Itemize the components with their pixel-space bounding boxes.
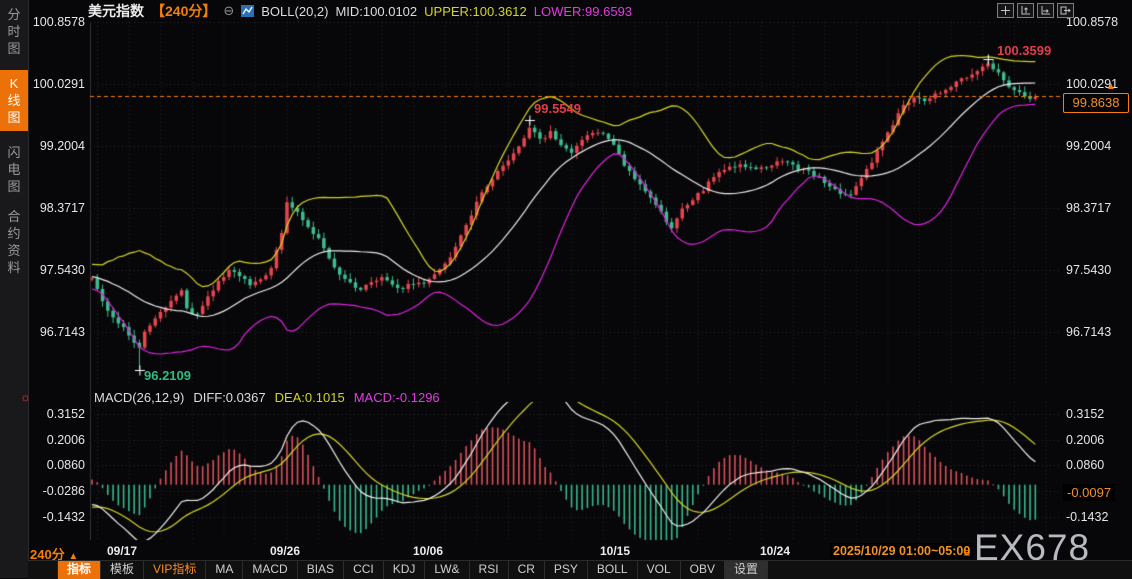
y-axis-label: -0.0286 (42, 484, 85, 499)
y-axis-label: 100.0291 (1066, 77, 1119, 92)
toolbar-bias-button[interactable]: BIAS (298, 561, 345, 579)
sidebar-item-label: K线图 (7, 76, 21, 125)
indicator-chart-icon (241, 5, 255, 17)
toolbar-rsi-button[interactable]: RSI (470, 561, 509, 579)
macd-dea-value: DEA:0.1015 (274, 390, 345, 405)
macd-header: MACD(26,12,9) DIFF:0.0367 DEA:0.1015 MAC… (94, 390, 440, 405)
x-axis-date: 10/24 (759, 544, 791, 558)
y-axis-label: 100.8578 (32, 15, 85, 29)
last-macd-tag: -0.0097 (1063, 484, 1116, 501)
x-axis-date: 09/26 (269, 544, 301, 558)
toolbar-vip-button[interactable]: VIP指标 (144, 561, 207, 579)
toolbar-vol-button[interactable]: VOL (638, 561, 681, 579)
y-axis-label: 0.3152 (1066, 407, 1105, 422)
y-axis-label: -0.1432 (1066, 509, 1109, 524)
toolbar-cci-button[interactable]: CCI (344, 561, 384, 579)
y-axis-label: 100.8578 (1066, 15, 1119, 29)
toolbar-spacer (28, 561, 58, 579)
zoom-x-axis-icon[interactable] (1037, 3, 1054, 18)
toolbar-obv-button[interactable]: OBV (681, 561, 725, 579)
y-axis-label: 0.0860 (1066, 458, 1105, 473)
y-axis-label: 99.2004 (39, 139, 85, 154)
y-axis-label: 0.3152 (46, 407, 85, 422)
low-price-annotation: 96.2109 (144, 368, 191, 383)
toolbar-settings-button[interactable]: 设置 (724, 561, 768, 579)
toolbar-cr-button[interactable]: CR (509, 561, 545, 579)
indicator-toolbar: 指标 模板 VIP指标 MA MACD BIAS CCI KDJ LW& RSI… (28, 560, 1132, 579)
x-axis-date: 10/06 (412, 544, 444, 558)
toolbar-macd-button[interactable]: MACD (243, 561, 298, 579)
y-axis-label: 0.2006 (1066, 432, 1105, 447)
toolbar-template-button[interactable]: 模板 (101, 561, 145, 579)
boll-lower-value: LOWER:99.6593 (533, 3, 633, 19)
macd-diff-value: DIFF:0.0367 (193, 390, 266, 405)
current-bar-range: 2025/10/29 01:00~05:00 (830, 543, 974, 559)
macd-hist-value: MACD:-0.1296 (353, 390, 440, 405)
x-axis-date: 10/15 (599, 544, 631, 558)
toolbar-ma-button[interactable]: MA (206, 561, 244, 579)
x-axis-date: 09/17 (106, 544, 138, 558)
last-price-tag: 99.8638 (1063, 93, 1129, 113)
sidebar-item-label: 分时图 (7, 7, 21, 56)
top-high-annotation: 100.3599 (997, 43, 1052, 58)
y-axis-label: 0.0860 (46, 458, 85, 473)
macd-name: MACD(26,12,9) (94, 390, 185, 405)
toolbar-psy-button[interactable]: PSY (545, 561, 588, 579)
boll-upper-value: UPPER:100.3612 (424, 3, 527, 19)
boll-mid-value: MID:100.0102 (335, 3, 418, 19)
kline-app: { "header": { "symbol": "美元指数", "period"… (0, 0, 1132, 579)
toolbar-kdj-button[interactable]: KDJ (384, 561, 426, 579)
y-axis-label: 100.0291 (32, 77, 85, 92)
symbol-name: 美元指数 (88, 3, 144, 19)
sidebar-item-contract-info[interactable]: 合约资料 (0, 208, 28, 276)
period-label: 【240分】 (151, 3, 217, 19)
sidebar-item-label: 合约资料 (7, 209, 21, 275)
boll-name: BOLL(20,2) (261, 3, 329, 19)
y-axis-label: 99.2004 (1066, 139, 1112, 154)
y-axis-label: 98.3717 (1066, 201, 1112, 216)
y-axis-label: 0.2006 (46, 432, 85, 447)
sidebar: 分时图 K线图 闪电图 合约资料 (0, 0, 29, 578)
sidebar-item-time-chart[interactable]: 分时图 (0, 6, 28, 57)
y-axis-label: -0.1432 (42, 509, 85, 524)
y-axis-label: 96.7143 (39, 325, 85, 340)
mid-high-annotation: 99.5549 (534, 101, 581, 116)
sidebar-item-lightning-chart[interactable]: 闪电图 (0, 144, 28, 195)
chart-header: 美元指数 【240分】 ⊖ BOLL(20,2) MID:100.0102 UP… (88, 3, 632, 19)
macd-settings-icon[interactable]: ☼ (20, 390, 31, 404)
pan-right-icon[interactable] (1057, 3, 1074, 18)
chart-controls (997, 3, 1074, 18)
sidebar-item-kline-chart[interactable]: K线图 (0, 70, 28, 131)
calendar-menu-icon[interactable]: ≡ (963, 545, 971, 560)
y-axis-label: 96.7143 (1066, 325, 1112, 340)
collapse-icon[interactable]: ⊖ (223, 3, 234, 19)
toolbar-lw-button[interactable]: LW& (425, 561, 470, 579)
toolbar-indicator-button[interactable]: 指标 (58, 561, 102, 579)
y-axis-label: 97.5430 (1066, 263, 1112, 278)
sidebar-item-label: 闪电图 (7, 145, 21, 194)
y-axis-label: 98.3717 (39, 201, 85, 216)
crosshair-icon[interactable] (997, 3, 1014, 18)
zoom-y-axis-icon[interactable] (1017, 3, 1034, 18)
y-axis-label: 97.5430 (39, 263, 85, 278)
kline-chart-canvas[interactable] (88, 20, 1064, 542)
price-up-arrow-icon: ▲ (1106, 81, 1116, 92)
toolbar-boll-button[interactable]: BOLL (588, 561, 638, 579)
